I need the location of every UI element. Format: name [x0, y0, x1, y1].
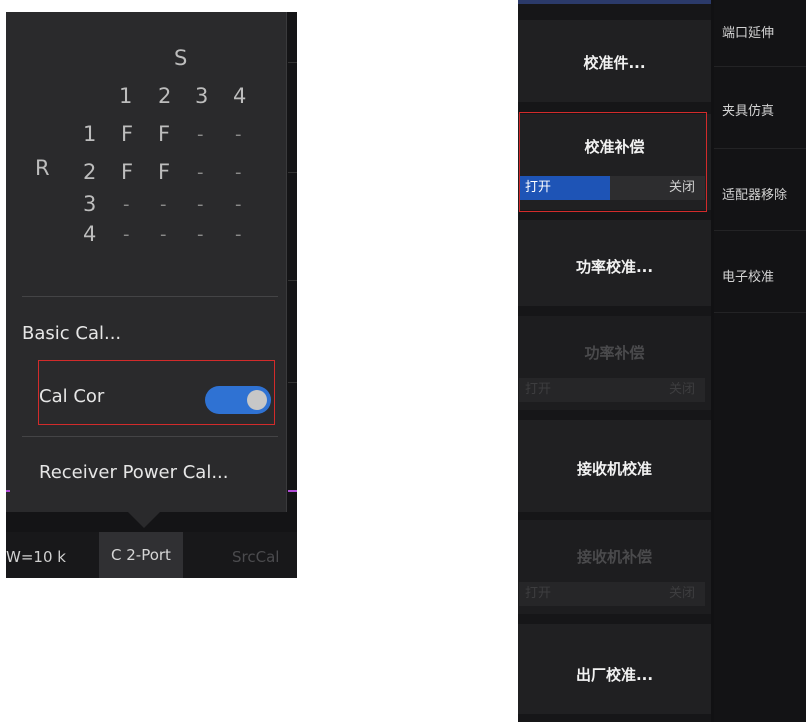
- cal-cell-1-4: -: [235, 124, 242, 145]
- panel-top-strip: [518, 0, 711, 4]
- src-cal-status[interactable]: SrcCal: [232, 548, 279, 566]
- cal-cell-2-4: -: [235, 162, 242, 183]
- bandwidth-status[interactable]: W=10 k: [6, 548, 66, 566]
- receiver-comp-off-option[interactable]: 关闭: [610, 582, 705, 606]
- fixture-simulation-label: 夹具仿真: [722, 104, 775, 119]
- cal-cell-2-2: F: [158, 160, 171, 184]
- col-header-4: 4: [233, 84, 247, 108]
- submenu-column: 端口延伸 夹具仿真 适配器移除 电子校准: [714, 0, 806, 722]
- cal-cell-3-4: -: [235, 194, 242, 215]
- cal-popup-menu: S R 1 2 3 4 1 F F - - 2 F F - - 3 - - - …: [6, 12, 287, 512]
- port-extension-label: 端口延伸: [722, 26, 775, 41]
- power-comp-switch[interactable]: 打开 关闭: [519, 378, 705, 402]
- r-axis-label: R: [35, 156, 51, 180]
- cal-cell-4-4: -: [235, 224, 242, 245]
- receiver-power-cal-menu-item[interactable]: Receiver Power Cal...: [39, 462, 229, 483]
- cal-type-status[interactable]: C 2-Port: [99, 532, 183, 578]
- softkey-column: 校准件... 校准补偿 打开 关闭 功率校准... 功率补偿 打开 关闭 接收机…: [518, 0, 711, 722]
- port-extension-menu-item[interactable]: 端口延伸: [714, 0, 806, 67]
- s-axis-label: S: [174, 46, 188, 70]
- cal-cell-3-3: -: [197, 194, 204, 215]
- cal-kit-label: 校准件...: [583, 54, 646, 72]
- fixture-simulation-menu-item[interactable]: 夹具仿真: [714, 66, 806, 149]
- menu-divider: [22, 436, 278, 437]
- cal-cell-1-1: F: [121, 122, 134, 146]
- menu-divider: [22, 296, 278, 297]
- factory-cal-label: 出厂校准...: [575, 666, 654, 684]
- adapter-removal-menu-item[interactable]: 适配器移除: [714, 148, 806, 231]
- cal-cell-4-3: -: [197, 224, 204, 245]
- cal-cell-4-2: -: [160, 224, 167, 245]
- s-parameter-cal-matrix: S R 1 2 3 4 1 F F - - 2 F F - - 3 - - - …: [6, 12, 286, 282]
- cal-cor-toggle[interactable]: [205, 386, 271, 414]
- cal-cell-1-2: F: [158, 122, 171, 146]
- ecal-label: 电子校准: [722, 270, 775, 285]
- grid-line: [288, 62, 297, 63]
- trace-line: [6, 490, 10, 492]
- grid-line: [288, 382, 297, 383]
- factory-cal-softkey[interactable]: 出厂校准...: [518, 624, 711, 714]
- cal-cor-highlight: [519, 112, 707, 212]
- power-comp-softkey[interactable]: 功率补偿 打开 关闭: [518, 316, 711, 410]
- softkey-panel: 校准件... 校准补偿 打开 关闭 功率校准... 功率补偿 打开 关闭 接收机…: [518, 0, 806, 722]
- col-header-1: 1: [119, 84, 133, 108]
- adapter-removal-label: 适配器移除: [722, 188, 788, 203]
- toggle-knob: [247, 390, 267, 410]
- power-comp-on-option[interactable]: 打开: [519, 378, 610, 402]
- power-cal-label: 功率校准...: [575, 258, 654, 276]
- cal-cor-menu-item[interactable]: Cal Cor: [39, 386, 104, 407]
- col-header-3: 3: [195, 84, 209, 108]
- cal-cell-4-1: -: [123, 224, 130, 245]
- row-header-3: 3: [83, 192, 97, 216]
- receiver-comp-label: 接收机补偿: [576, 548, 652, 566]
- cal-cell-3-1: -: [123, 194, 130, 215]
- cal-kit-softkey[interactable]: 校准件...: [518, 20, 711, 102]
- row-header-2: 2: [83, 160, 97, 184]
- receiver-comp-on-option[interactable]: 打开: [519, 582, 610, 606]
- grid-line: [288, 280, 297, 281]
- row-header-4: 4: [83, 222, 97, 246]
- col-header-2: 2: [158, 84, 172, 108]
- basic-cal-menu-item[interactable]: Basic Cal...: [22, 323, 121, 344]
- popup-pointer: [128, 512, 160, 528]
- status-bar: W=10 k C 2-Port SrcCal: [6, 532, 297, 578]
- cal-cell-3-2: -: [160, 194, 167, 215]
- cal-popup-panel: S R 1 2 3 4 1 F F - - 2 F F - - 3 - - - …: [6, 12, 297, 578]
- ecal-menu-item[interactable]: 电子校准: [714, 230, 806, 313]
- cal-cell-2-3: -: [197, 162, 204, 183]
- grid-line: [288, 172, 297, 173]
- trace-line: [288, 490, 297, 492]
- cal-cell-1-3: -: [197, 124, 204, 145]
- row-header-1: 1: [83, 122, 97, 146]
- power-comp-off-option[interactable]: 关闭: [610, 378, 705, 402]
- receiver-cal-label: 接收机校准: [576, 460, 652, 478]
- receiver-comp-switch[interactable]: 打开 关闭: [519, 582, 705, 606]
- power-cal-softkey[interactable]: 功率校准...: [518, 220, 711, 306]
- power-comp-label: 功率补偿: [584, 344, 645, 362]
- cal-cell-2-1: F: [121, 160, 134, 184]
- receiver-cal-softkey[interactable]: 接收机校准: [518, 420, 711, 512]
- receiver-comp-softkey[interactable]: 接收机补偿 打开 关闭: [518, 520, 711, 614]
